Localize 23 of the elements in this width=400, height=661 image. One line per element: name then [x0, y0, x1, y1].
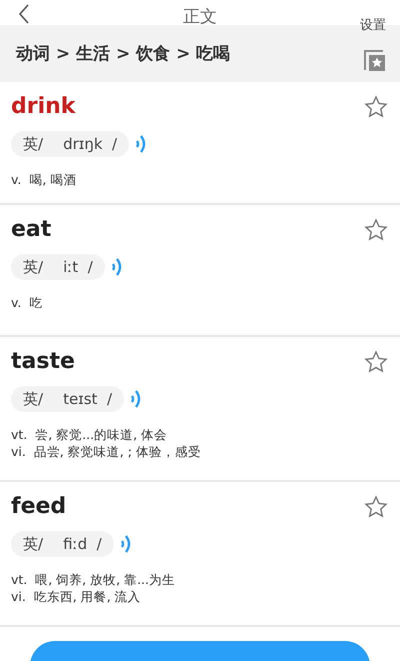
word-title: feed [11, 494, 66, 519]
definition: vt. 喂, 饲养, 放牧, 靠...为生 [11, 571, 176, 588]
definition: v. 喝, 喝酒 [11, 171, 78, 188]
definition: vi. 品尝, 察觉味道, ; 体验，感受 [11, 443, 202, 460]
word-title: drink [11, 94, 76, 119]
favorites-icon[interactable] [364, 50, 386, 72]
star-icon[interactable] [364, 494, 388, 518]
phonetic-label: 英/ teɪst / [11, 386, 124, 412]
page-title: 正文 [183, 6, 217, 28]
word-title: eat [11, 217, 52, 242]
star-icon[interactable] [364, 218, 388, 242]
phonetic-label: 英/ iːt / [11, 254, 105, 280]
definition: vi. 吃东西, 用餐, 流入 [11, 588, 142, 605]
star-icon[interactable] [364, 350, 388, 374]
definition: vt. 尝, 察觉...的味道, 体会 [11, 426, 168, 443]
definition: v. 吃 [11, 294, 44, 311]
breadcrumb: 动词 > 生活 > 饮食 > 吃喝 [16, 43, 230, 65]
phonetic-label: 英/ drɪŋk / [11, 131, 130, 157]
phonetic-label: 英/ fiːd / [11, 531, 114, 557]
word-title: taste [11, 349, 75, 374]
settings-link[interactable]: 设置 [360, 16, 386, 34]
star-icon[interactable] [364, 94, 388, 118]
back-icon[interactable] [18, 4, 30, 24]
